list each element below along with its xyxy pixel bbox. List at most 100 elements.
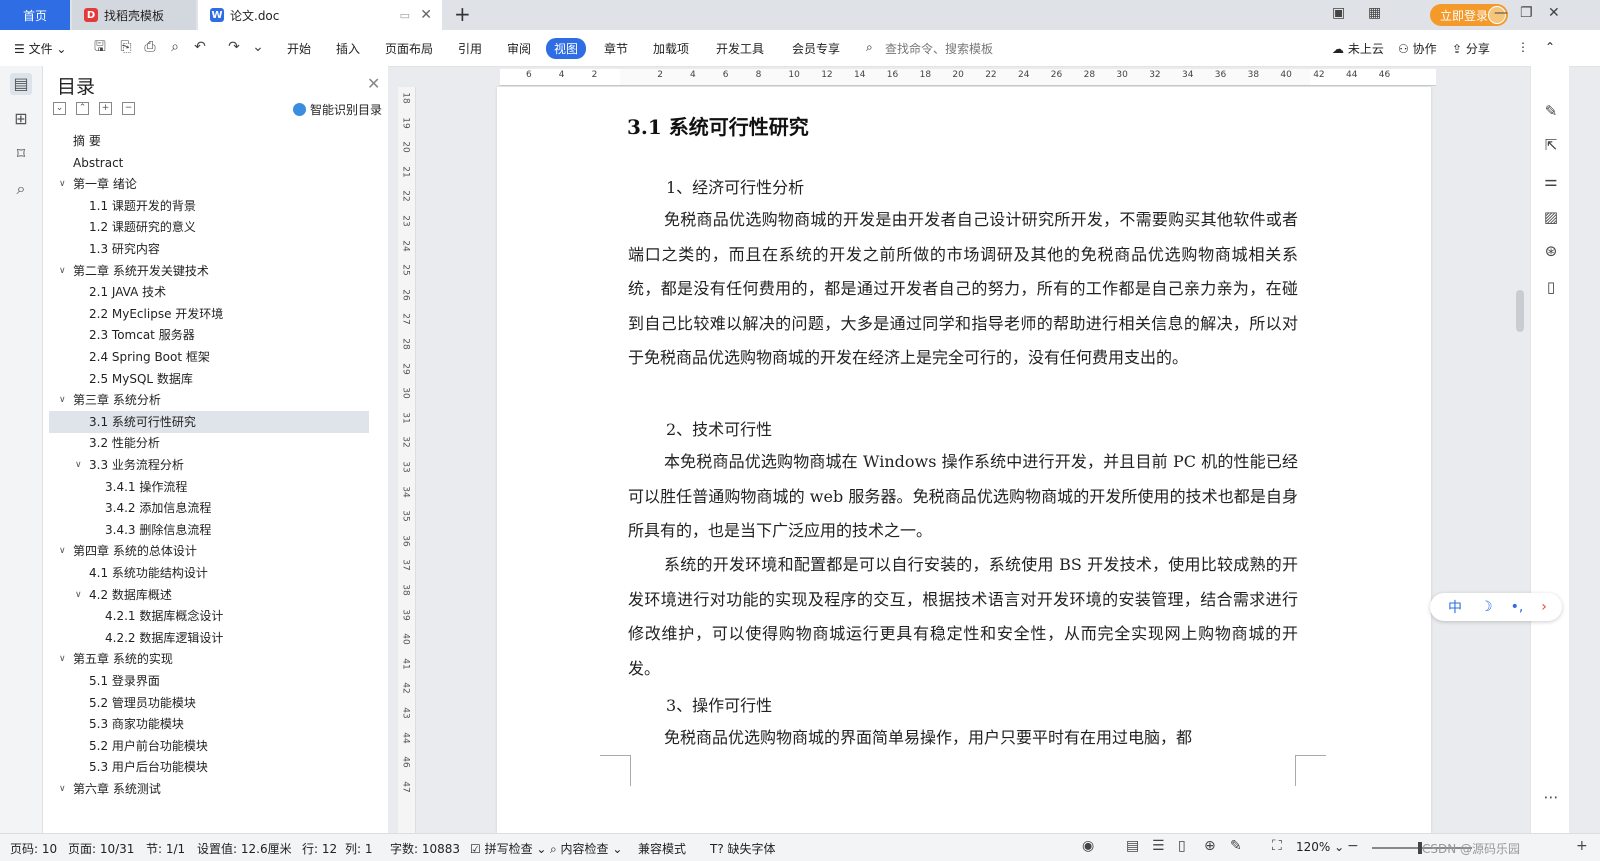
- adjust-icon[interactable]: ⚌: [1542, 172, 1560, 190]
- read-mode-icon[interactable]: ▯: [1542, 278, 1560, 296]
- status-setting[interactable]: 设置值: 12.6厘米: [197, 840, 292, 857]
- page-view-icon[interactable]: ▤: [1126, 838, 1139, 854]
- menu-chapter[interactable]: 章节: [604, 40, 628, 57]
- expand-all-icon[interactable]: ⌃: [76, 102, 89, 115]
- toc-item[interactable]: ∨ 4.2 数据库概述: [49, 584, 369, 606]
- status-row[interactable]: 行: 12: [302, 840, 337, 857]
- collapse-all-icon[interactable]: ⌄: [53, 102, 66, 115]
- toc-icon[interactable]: ▤: [10, 73, 32, 95]
- search-icon[interactable]: ⌕: [866, 40, 873, 55]
- smart-toc-button[interactable]: 智能识别目录: [293, 101, 382, 118]
- toc-item[interactable]: 2.4 Spring Boot 框架: [49, 346, 369, 368]
- toc-item[interactable]: ∨ 第六章 系统测试: [49, 778, 369, 800]
- chevron-down-icon[interactable]: ∨: [59, 389, 66, 411]
- toc-item[interactable]: 2.5 MySQL 数据库: [49, 368, 369, 390]
- toc-item[interactable]: 4.2.2 数据库逻辑设计: [49, 627, 369, 649]
- toc-item[interactable]: ∨ 3.3 业务流程分析: [49, 454, 369, 476]
- toc-item[interactable]: 2.3 Tomcat 服务器: [49, 324, 369, 346]
- missing-font-button[interactable]: T? 缺失字体: [710, 840, 776, 857]
- scroll-thumb[interactable]: [1516, 290, 1524, 332]
- pin-icon[interactable]: ▭: [400, 9, 410, 22]
- chevron-down-icon[interactable]: ∨: [59, 260, 66, 282]
- print-preview-icon[interactable]: ⌕: [167, 39, 183, 55]
- toc-item[interactable]: 3.4.2 添加信息流程: [49, 497, 369, 519]
- punctuation-icon[interactable]: •,: [1511, 599, 1524, 615]
- content-check-button[interactable]: ⌕ 内容检查 ⌄: [550, 840, 622, 857]
- menu-devtools[interactable]: 开发工具: [716, 40, 764, 57]
- toc-item[interactable]: ∨ 第三章 系统分析: [49, 389, 369, 411]
- restore-icon[interactable]: ❐: [1520, 5, 1533, 21]
- chevron-down-icon[interactable]: ∨: [75, 454, 82, 476]
- menu-member[interactable]: 会员专享: [792, 40, 840, 57]
- document-page[interactable]: 3.1 系统可行性研究 1、经济可行性分析 免税商品优选购物商城的开发是由开发者…: [497, 87, 1431, 833]
- toc-item[interactable]: 5.2 管理员功能模块: [49, 692, 369, 714]
- status-page[interactable]: 页面: 10/31: [68, 840, 134, 857]
- close-icon[interactable]: ✕: [367, 74, 380, 93]
- toc-item[interactable]: 摘 要: [49, 130, 369, 152]
- toc-item[interactable]: ∨ 第二章 系统开发关键技术: [49, 260, 369, 282]
- chevron-down-icon[interactable]: ∨: [59, 778, 66, 800]
- toc-item[interactable]: 4.1 系统功能结构设计: [49, 562, 369, 584]
- menu-reference[interactable]: 引用: [458, 40, 482, 57]
- bookmark-icon[interactable]: ⌑: [10, 143, 32, 165]
- write-mode-icon[interactable]: ✎: [1230, 838, 1242, 854]
- undo-icon[interactable]: ↶: [192, 39, 208, 55]
- share-button[interactable]: ⇪ 分享: [1452, 40, 1490, 57]
- status-section[interactable]: 节: 1/1: [146, 840, 185, 857]
- toc-item[interactable]: 5.3 用户后台功能模块: [49, 756, 369, 778]
- toc-item[interactable]: 1.1 课题开发的背景: [49, 195, 369, 217]
- collab-button[interactable]: ⚇ 协作: [1398, 40, 1437, 57]
- redo-icon[interactable]: ↷: [226, 39, 242, 55]
- command-search-input[interactable]: 查找命令、搜索模板: [885, 40, 993, 57]
- toc-item[interactable]: 1.2 课题研究的意义: [49, 216, 369, 238]
- toc-item[interactable]: ∨ 第一章 绪论: [49, 173, 369, 195]
- tab-home[interactable]: 首页: [0, 0, 70, 30]
- read-view-icon[interactable]: ▯: [1178, 838, 1186, 854]
- chevron-down-icon[interactable]: ∨: [59, 648, 66, 670]
- print-icon[interactable]: ⎙: [142, 39, 158, 55]
- toc-item[interactable]: 3.1 系统可行性研究: [49, 410, 369, 433]
- tab-template[interactable]: D 找稻壳模板: [72, 0, 196, 30]
- toc-item[interactable]: Abstract: [49, 152, 369, 174]
- toc-item[interactable]: ∨ 第五章 系统的实现: [49, 648, 369, 670]
- ime-chinese-mode[interactable]: 中: [1448, 597, 1462, 617]
- navigation-icon[interactable]: ⊞: [10, 108, 32, 130]
- status-words[interactable]: 字数: 10883: [390, 840, 460, 857]
- toc-item[interactable]: 1.3 研究内容: [49, 238, 369, 260]
- menu-insert[interactable]: 插入: [336, 40, 360, 57]
- collapse-ribbon-icon[interactable]: ⌃: [1545, 40, 1555, 54]
- toc-item[interactable]: 3.4.1 操作流程: [49, 476, 369, 498]
- chevron-down-icon[interactable]: ∨: [75, 584, 82, 606]
- close-tab-icon[interactable]: ✕: [420, 7, 432, 23]
- vertical-ruler[interactable]: 18 19 20 21 22 23 24 25 26 27 28 29 30 31 32 33 34 35 36 37…: [398, 87, 416, 833]
- menu-view[interactable]: 视图: [546, 38, 587, 59]
- outline-view-icon[interactable]: ☰: [1152, 838, 1165, 854]
- eye-protect-icon[interactable]: ◉: [1082, 838, 1094, 854]
- close-window-icon[interactable]: ✕: [1548, 5, 1560, 21]
- chevron-down-icon[interactable]: ∨: [59, 540, 66, 562]
- file-menu[interactable]: ☰ 文件 ⌄: [14, 40, 66, 57]
- toc-item[interactable]: 3.2 性能分析: [49, 432, 369, 454]
- vertical-scrollbar[interactable]: [1514, 90, 1526, 830]
- minimize-icon[interactable]: —: [1494, 5, 1508, 21]
- moon-icon[interactable]: ☽: [1480, 599, 1493, 615]
- menu-review[interactable]: 审阅: [507, 40, 531, 57]
- menu-addins[interactable]: 加载项: [653, 40, 689, 57]
- menu-layout[interactable]: 页面布局: [385, 40, 433, 57]
- new-tab-icon[interactable]: +: [454, 2, 471, 26]
- toc-item[interactable]: 4.2.1 数据库概念设计: [49, 605, 369, 627]
- toc-item[interactable]: ∨ 第四章 系统的总体设计: [49, 540, 369, 562]
- horizontal-ruler[interactable]: 6 4 2 2 4 6 8 10 12 14 16 18 20 22 24 26 28 30 32 34 36 38 40 4…: [500, 69, 1436, 86]
- toc-item[interactable]: 2.2 MyEclipse 开发环境: [49, 303, 369, 325]
- add-heading-icon[interactable]: +: [99, 102, 112, 115]
- grid-apps-icon[interactable]: ▦: [1368, 5, 1381, 21]
- spell-check-button[interactable]: ☑ 拼写检查 ⌄: [470, 840, 546, 857]
- save-icon[interactable]: 🖫: [92, 39, 108, 55]
- toc-item[interactable]: 3.4.3 删除信息流程: [49, 519, 369, 541]
- toc-item[interactable]: 5.3 商家功能模块: [49, 713, 369, 735]
- select-pointer-icon[interactable]: ⇱: [1542, 136, 1560, 154]
- menu-start[interactable]: 开始: [287, 40, 311, 57]
- zoom-level[interactable]: 120% ⌄: [1296, 840, 1344, 854]
- zoom-out-icon[interactable]: −: [1347, 838, 1359, 854]
- location-icon[interactable]: ⊛: [1542, 242, 1560, 260]
